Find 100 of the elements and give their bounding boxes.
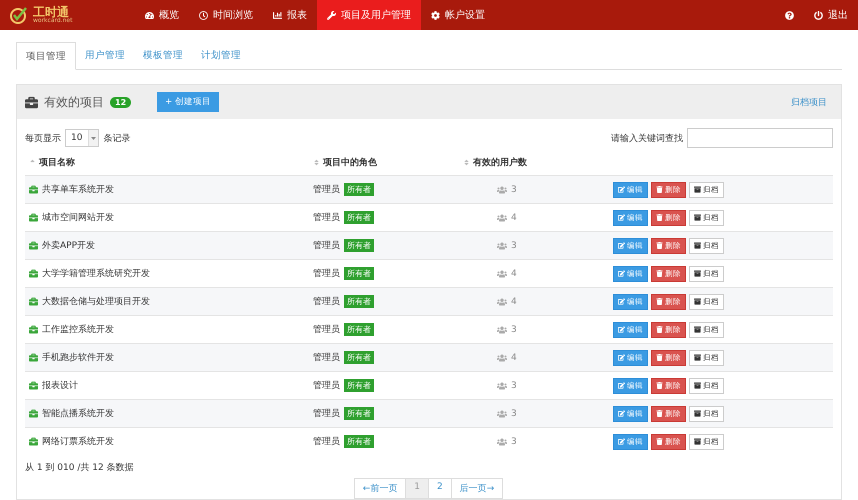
project-name: 共享单车系统开发 [29, 183, 313, 196]
project-name: 网络订票系统开发 [29, 435, 313, 448]
tab[interactable]: 模板管理 [134, 42, 192, 69]
project-name: 大数据仓储与处理项目开发 [29, 295, 313, 308]
project-name: 大学学籍管理系统研究开发 [29, 267, 313, 280]
user-count: 3 [511, 240, 517, 250]
page-link[interactable]: ←前一页 [354, 478, 406, 499]
owner-tag: 所有者 [344, 183, 374, 196]
archive-icon [694, 438, 701, 445]
user-count: 4 [511, 212, 517, 222]
users-icon [497, 380, 507, 390]
settings-icon [431, 10, 440, 20]
nav-item[interactable]: 报表 [263, 0, 317, 30]
caret-icon [91, 136, 96, 140]
edit-icon [618, 410, 625, 417]
project-name: 手机跑步软件开发 [29, 351, 313, 364]
edit-icon [618, 354, 625, 361]
users-icon [497, 352, 507, 362]
role-text: 管理员 [313, 436, 340, 448]
trash-icon [656, 214, 663, 221]
project-name: 外卖APP开发 [29, 239, 313, 252]
create-project-button[interactable]: + 创建项目 [157, 92, 219, 112]
column-header[interactable]: 有效的用户数 [463, 156, 613, 168]
project-name: 城市空间网站开发 [29, 211, 313, 224]
nav-item[interactable]: 时间浏览 [189, 0, 263, 30]
trash-icon [656, 326, 663, 333]
users-icon [497, 212, 507, 222]
role-text: 管理员 [313, 324, 340, 336]
archive-icon [694, 410, 701, 417]
project-name: 报表设计 [29, 379, 313, 392]
page-link[interactable]: 2 [428, 478, 452, 499]
trash-icon [656, 382, 663, 389]
tab[interactable]: 项目管理 [16, 42, 76, 70]
user-count: 3 [511, 184, 517, 194]
briefcase-icon [29, 241, 38, 250]
users-icon [497, 240, 507, 250]
trash-icon [656, 186, 663, 193]
page-link[interactable]: 后一页→ [450, 478, 504, 499]
briefcase-icon [29, 325, 38, 334]
briefcase-icon [29, 269, 38, 278]
briefcase-icon [29, 353, 38, 362]
user-count: 4 [511, 268, 517, 278]
archive-icon [694, 270, 701, 277]
role-text: 管理员 [313, 184, 340, 196]
panel-title: 有效的项目 [44, 94, 104, 110]
users-icon [497, 408, 507, 418]
briefcase-icon [29, 437, 38, 446]
owner-tag: 所有者 [344, 351, 374, 364]
nav-item[interactable]: 帐户设置 [421, 0, 495, 30]
briefcase-icon [29, 409, 38, 418]
archive-icon [694, 186, 701, 193]
briefcase-icon [29, 213, 38, 222]
owner-tag: 所有者 [344, 295, 374, 308]
search-field[interactable] [687, 128, 833, 148]
edit-icon [618, 270, 625, 277]
user-count: 3 [511, 380, 517, 390]
edit-icon [618, 298, 625, 305]
owner-tag: 所有者 [344, 379, 374, 392]
users-icon [497, 436, 507, 446]
trash-icon [656, 270, 663, 277]
edit-icon [618, 382, 625, 389]
user-count: 4 [511, 296, 517, 306]
logout-link[interactable]: 退出 [804, 0, 858, 30]
owner-tag: 所有者 [344, 267, 374, 280]
column-header[interactable]: 项目中的角色 [313, 156, 463, 168]
user-count: 3 [511, 436, 517, 446]
project-name: 智能点播系统开发 [29, 407, 313, 420]
role-text: 管理员 [313, 268, 340, 280]
trash-icon [656, 354, 663, 361]
sort-icon [463, 158, 470, 166]
page-size-label: 每页显示 [25, 132, 61, 144]
user-count: 4 [511, 352, 517, 362]
power-icon [814, 10, 823, 20]
tab[interactable]: 用户管理 [76, 42, 134, 69]
archive-icon [694, 382, 701, 389]
role-text: 管理员 [313, 240, 340, 252]
page-link[interactable]: 1 [405, 478, 429, 499]
edit-icon [618, 186, 625, 193]
bar-chart-icon [273, 10, 282, 20]
owner-tag: 所有者 [344, 407, 374, 420]
nav-item[interactable]: 项目及用户管理 [317, 0, 421, 30]
page-size-select[interactable]: 10 [65, 129, 100, 147]
archive-icon [694, 298, 701, 305]
users-icon [497, 324, 507, 334]
archived-projects-link[interactable]: 归档项目 [791, 96, 827, 108]
users-icon [497, 296, 507, 306]
users-icon [497, 184, 507, 194]
logo-name: 工时通 [33, 6, 69, 18]
role-text: 管理员 [313, 380, 340, 392]
edit-icon [618, 438, 625, 445]
column-header[interactable]: 项目名称 [29, 156, 313, 168]
edit-icon [618, 326, 625, 333]
archive-icon [694, 354, 701, 361]
owner-tag: 所有者 [344, 435, 374, 448]
archive-icon [694, 326, 701, 333]
user-count: 3 [511, 408, 517, 418]
role-text: 管理员 [313, 408, 340, 420]
tab[interactable]: 计划管理 [192, 42, 250, 69]
project-name: 工作监控系统开发 [29, 323, 313, 336]
nav-item[interactable]: 概览 [135, 0, 189, 30]
